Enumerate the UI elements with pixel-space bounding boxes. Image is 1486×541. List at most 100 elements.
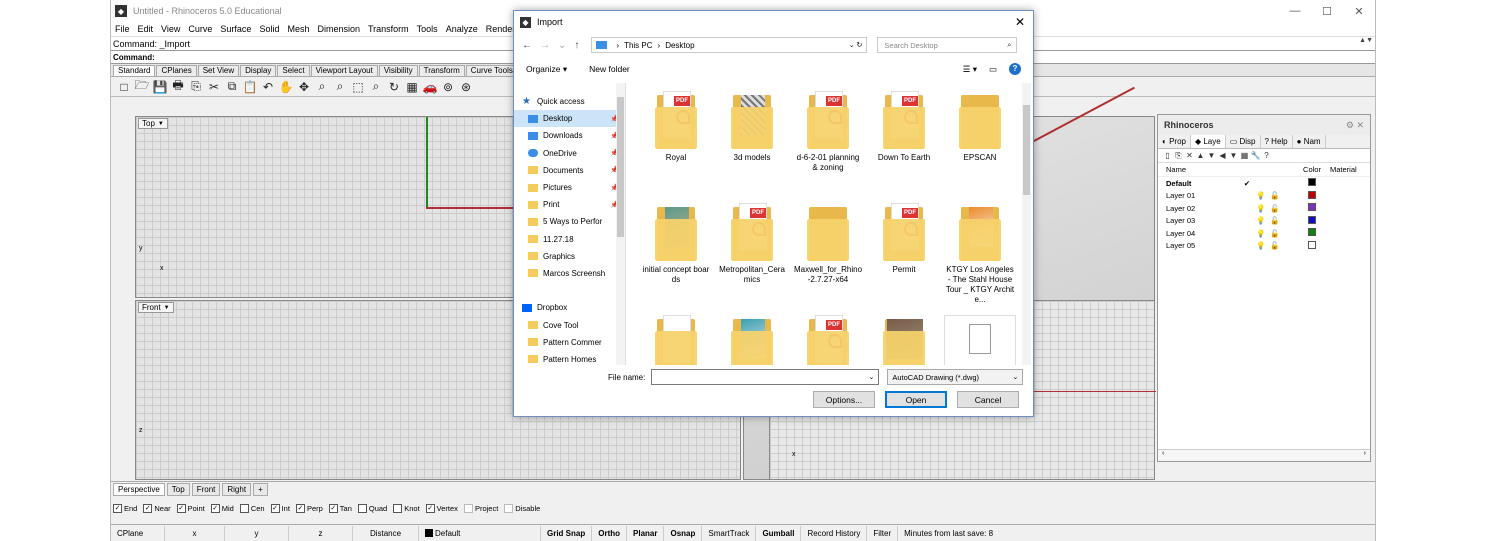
rotate-view-icon[interactable]: ↻ — [385, 80, 403, 94]
file-item[interactable] — [640, 315, 712, 365]
menu-view[interactable]: View — [161, 24, 180, 34]
layer-tool-icon[interactable]: ◀ — [1217, 151, 1228, 160]
file-item[interactable] — [868, 315, 940, 365]
up-arrow-icon[interactable]: ↑ — [574, 40, 579, 51]
toolbar-tab-visibility[interactable]: Visibility — [378, 65, 418, 76]
layer-row[interactable]: Default ✔ — [1158, 177, 1370, 190]
open-button[interactable]: Open — [885, 391, 947, 408]
file-item[interactable]: PDF Metropolitan_Ceramics — [716, 203, 788, 285]
lock-icon[interactable]: 🔓 — [1268, 216, 1282, 225]
layer-tool-icon[interactable]: ▼ — [1206, 151, 1217, 160]
maximize-button[interactable]: ☐ — [1311, 5, 1343, 18]
open-folder-icon[interactable]: 🗁 — [133, 76, 151, 97]
layer-tool-icon[interactable]: ⎘ — [1173, 151, 1184, 161]
lightbulb-icon[interactable]: 💡 — [1254, 204, 1268, 213]
view-tab-top[interactable]: Top — [166, 482, 190, 496]
view-tab-perspective[interactable]: Perspective — [113, 482, 165, 496]
nav-item-pattern-commer[interactable]: Pattern Commer — [514, 334, 625, 351]
layer-tool-icon[interactable]: ✕ — [1184, 151, 1195, 160]
file-item[interactable] — [944, 315, 1016, 365]
layer-row[interactable]: Layer 03 💡 🔓 — [1158, 215, 1370, 228]
osnap-project[interactable]: Project — [463, 503, 498, 513]
toolbar-tab-transform[interactable]: Transform — [418, 65, 465, 76]
save-icon[interactable]: 💾 — [151, 80, 169, 94]
lock-icon[interactable]: 🔓 — [1268, 229, 1282, 238]
col-name[interactable]: Name — [1158, 165, 1240, 174]
layer-tool-icon[interactable]: ? — [1261, 151, 1272, 160]
layer-tool-icon[interactable]: ▲ — [1195, 151, 1206, 160]
nav-item-quick-access[interactable]: ★ Quick access — [514, 93, 625, 110]
nav-item-pattern-homes[interactable]: Pattern Homes — [514, 351, 625, 368]
file-item[interactable]: 3d models — [716, 91, 788, 163]
checkbox[interactable]: ✓ — [328, 503, 338, 513]
toolbar-tab-display[interactable]: Display — [240, 65, 277, 76]
layer-color[interactable] — [1294, 215, 1330, 226]
preview-pane-icon[interactable]: ▭ — [989, 64, 997, 75]
layer-color-swatch[interactable] — [1308, 240, 1316, 249]
view-tab-front[interactable]: Front — [191, 482, 221, 496]
checkbox[interactable]: ✓ — [425, 503, 435, 513]
status-layer[interactable]: Default — [419, 525, 541, 541]
paste-icon[interactable]: 📋 — [241, 80, 259, 94]
col-material[interactable]: Material — [1330, 165, 1370, 174]
file-item[interactable] — [716, 315, 788, 365]
layer-color[interactable] — [1294, 190, 1330, 201]
osnap-end[interactable]: ✓ End — [113, 503, 137, 513]
copy-icon[interactable]: ⎘ — [187, 79, 205, 94]
layer-color-swatch[interactable] — [1308, 190, 1316, 199]
layer-color-swatch[interactable] — [1308, 203, 1316, 212]
nav-item-marcos-screensh[interactable]: Marcos Screensh — [514, 265, 625, 282]
file-item[interactable]: PDF Down To Earth — [868, 91, 940, 163]
lightbulb-icon[interactable]: 💡 — [1254, 241, 1268, 250]
toolbar-tab-standard[interactable]: Standard — [113, 65, 156, 76]
layer-name[interactable]: Layer 04 — [1158, 229, 1240, 238]
move-icon[interactable]: ✥ — [295, 80, 313, 94]
car-render-icon[interactable]: 🚗 — [421, 80, 439, 94]
nav-item-cove-tool[interactable]: Cove Tool — [514, 316, 625, 333]
osnap-cen[interactable]: Cen — [239, 503, 265, 513]
new-folder-button[interactable]: New folder — [589, 64, 630, 74]
zoom-icon[interactable]: ⌕ — [313, 79, 331, 94]
grid-snap-toggle[interactable]: Grid Snap — [541, 525, 593, 541]
layer-color-swatch[interactable] — [1308, 178, 1316, 187]
search-input[interactable]: Search Desktop ⌕ — [877, 37, 1018, 53]
undo-icon[interactable]: ↶ — [259, 80, 277, 94]
osnap-knot[interactable]: Knot — [393, 503, 420, 513]
nav-item-print[interactable]: Print 📌 — [514, 196, 625, 213]
nav-item-11-27-18[interactable]: 11.27.18 — [514, 231, 625, 248]
close-button[interactable]: ✕ — [1343, 5, 1375, 18]
layer-color[interactable] — [1294, 178, 1330, 188]
nav-item-onedrive[interactable]: OneDrive 📌 — [514, 145, 625, 162]
layer-row[interactable]: Layer 05 💡 🔓 — [1158, 240, 1370, 253]
checkbox[interactable] — [504, 503, 514, 513]
nav-item-desktop[interactable]: Desktop 📌 — [514, 110, 625, 128]
layer-color[interactable] — [1294, 228, 1330, 238]
panel-tab-disp[interactable]: ▭ Disp — [1226, 135, 1261, 148]
display-mode-icon[interactable]: ⊚ — [439, 80, 457, 94]
osnap-mid[interactable]: ✓ Mid — [210, 503, 234, 513]
back-arrow-icon[interactable]: ← — [522, 40, 532, 51]
breadcrumb-desktop[interactable]: Desktop — [665, 41, 694, 50]
file-item[interactable]: initial concept boards — [640, 203, 712, 285]
layer-color-swatch[interactable] — [1308, 228, 1316, 237]
lightbulb-icon[interactable]: 💡 — [1254, 191, 1268, 200]
history-scroll-icon[interactable]: ▲▼ — [1359, 37, 1373, 44]
status-cplane[interactable]: CPlane — [111, 525, 165, 541]
layer-tool-icon[interactable]: ▼ — [1228, 151, 1239, 160]
top-viewport-label[interactable]: Top ▼ — [138, 118, 168, 129]
refresh-icon[interactable]: ⌄ ↻ — [849, 41, 863, 49]
checkbox[interactable]: ✓ — [143, 503, 153, 513]
menu-analyze[interactable]: Analyze — [446, 24, 478, 34]
zoom-selected-icon[interactable]: ⌕ — [367, 79, 385, 94]
recent-chevron-icon[interactable]: ⌄ — [558, 40, 566, 51]
checkbox[interactable] — [357, 503, 367, 513]
filetype-select[interactable]: AutoCAD Drawing (*.dwg) ⌄ — [887, 369, 1024, 385]
toolbar-tab-viewport-layout[interactable]: Viewport Layout — [310, 65, 378, 76]
breadcrumb-this-pc[interactable]: This PC — [624, 41, 652, 50]
panel-tab-help[interactable]: ? Help — [1261, 135, 1293, 148]
ortho-toggle[interactable]: Ortho — [592, 525, 628, 541]
print-icon[interactable]: 🖶 — [169, 76, 187, 97]
planar-toggle[interactable]: Planar — [627, 525, 665, 541]
view-tab-right[interactable]: Right — [222, 482, 252, 496]
menu-dimension[interactable]: Dimension — [317, 24, 360, 34]
